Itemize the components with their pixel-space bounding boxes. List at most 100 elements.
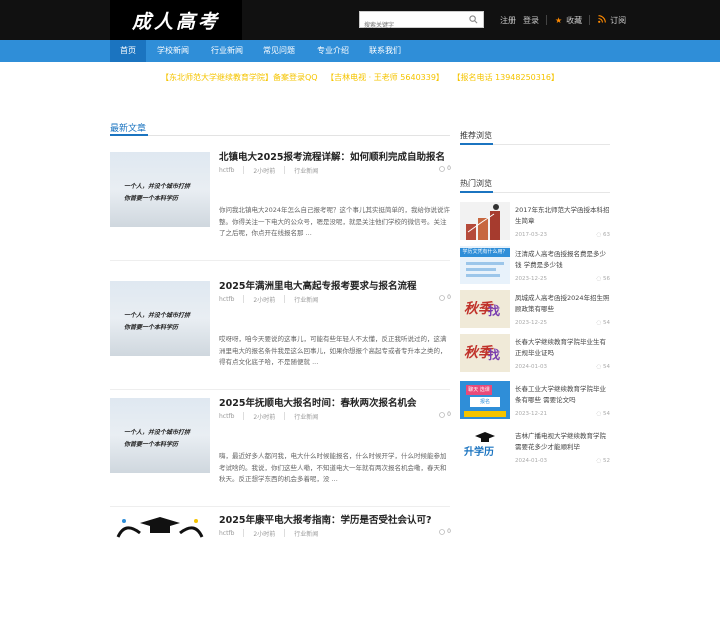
recommend-accent xyxy=(460,143,493,145)
hot-item[interactable]: 秋季 找 凤城成人高考函授2024年招生照顾政策有哪些 2023-12-25 ◌… xyxy=(460,290,610,330)
hot-item-image[interactable]: 升学历 xyxy=(460,428,510,466)
article-thumbnail[interactable]: 一个人，并没个城市打拼 你首要一个本科学历 xyxy=(110,152,210,227)
article-divider xyxy=(110,260,450,261)
article-category[interactable]: 行业新闻 xyxy=(294,529,318,538)
article-excerpt: 哎呀呀，咱今天要说的这事儿，可能有些年轻人不太懂，反正我听说过的，这满洲里电大的… xyxy=(219,335,447,366)
article-time: 2小时前 xyxy=(253,413,276,421)
hot-item-views: ◌ 54 xyxy=(596,364,610,370)
search-icon[interactable] xyxy=(469,15,478,24)
hot-item[interactable]: 聊天 选课 报名 长春工业大学继续教育学院毕业条有哪些 需要论文吗 2023-1… xyxy=(460,381,610,421)
login-link[interactable]: 登录 xyxy=(523,15,539,26)
hot-item-title[interactable]: 长春工业大学继续教育学院毕业条有哪些 需要论文吗 xyxy=(515,384,610,405)
nav-contact[interactable]: 联系我们 xyxy=(363,40,407,62)
thumb-line-2: 你首要一个本科学历 xyxy=(124,195,179,202)
thumb-line-1: 一个人，并没个城市打拼 xyxy=(124,429,191,436)
divider xyxy=(284,529,286,537)
hot-item-date: 2023-12-25 xyxy=(515,276,547,282)
hot-item-views-count: 54 xyxy=(603,411,610,417)
subscribe-link[interactable]: 订阅 xyxy=(610,15,626,26)
article-title[interactable]: 2025年康平电大报考指南：学历是否受社会认可? xyxy=(219,512,451,526)
article-thumbnail[interactable]: 一个人，并没个城市打拼 你首要一个本科学历 xyxy=(110,281,210,356)
hot-item-image[interactable]: 聊天 选课 报名 xyxy=(460,381,510,419)
divider xyxy=(284,166,286,174)
thumb-line-1: 一个人，并没个城市打拼 xyxy=(124,183,191,190)
article-item[interactable]: 2025年康平电大报考指南：学历是否受社会认可? hctfb 2小时前 行业新闻… xyxy=(110,512,451,630)
article-item[interactable]: 一个人，并没个城市打拼 你首要一个本科学历 北镇电大2025报考流程详解：如何顺… xyxy=(110,149,451,267)
notice-teacher[interactable]: 【吉林电视 · 王老师 5640339】 xyxy=(326,73,444,82)
article-thumbnail[interactable] xyxy=(110,515,210,590)
hot-item[interactable]: 2017年东北师范大学函授本科招生简章 2017-03-23 ◌ 63 xyxy=(460,202,610,242)
logo-text: 成人高考 xyxy=(131,10,220,33)
hot-item-image[interactable]: 学历文凭有什么用？ xyxy=(460,246,510,284)
article-excerpt: 你问我北镇电大2024年怎么自己报考呢？这个事儿其实挺简单的，我给你说说许整。你… xyxy=(219,206,451,237)
nav-industry-news[interactable]: 行业新闻 xyxy=(205,40,249,62)
article-meta: hctfb 2小时前 行业新闻 0 xyxy=(219,165,451,175)
nav-home[interactable]: 首页 xyxy=(110,40,146,62)
hot-item-chip: 聊天 选课 xyxy=(466,385,492,395)
hot-item-date: 2017-03-23 xyxy=(515,232,547,238)
comment-icon xyxy=(439,528,446,535)
article-item[interactable]: 一个人，并没个城市打拼 你首要一个本科学历 2025年抚顺电大报名时间：春秋两次… xyxy=(110,395,451,513)
thumb-line-2: 你首要一个本科学历 xyxy=(124,324,179,331)
comment-number: 0 xyxy=(447,294,451,301)
hot-item-title[interactable]: 凤城成人高考函授2024年招生照顾政策有哪些 xyxy=(515,293,610,314)
article-author[interactable]: hctfb xyxy=(219,167,234,174)
article-category[interactable]: 行业新闻 xyxy=(294,166,318,175)
hot-item-views-count: 54 xyxy=(603,364,610,370)
site-logo[interactable]: 成人高考 xyxy=(110,0,242,40)
comment-count[interactable]: 0 xyxy=(439,165,451,172)
register-link[interactable]: 注册 xyxy=(500,15,516,26)
article-title[interactable]: 北镇电大2025报考流程详解：如何顺利完成自助报名 xyxy=(219,149,451,163)
article-category[interactable]: 行业新闻 xyxy=(294,412,318,421)
article-item[interactable]: 一个人，并没个城市打拼 你首要一个本科学历 2025年满洲里电大高起专报考要求与… xyxy=(110,278,451,396)
hot-item-date: 2023-12-21 xyxy=(515,411,547,417)
hot-item-views-count: 52 xyxy=(603,458,610,464)
divider xyxy=(243,529,245,537)
article-author[interactable]: hctfb xyxy=(219,296,234,303)
hot-item-title[interactable]: 汪清成人高考函授报名费是多少钱 学费是多少钱 xyxy=(515,249,610,270)
hot-item-views: ◌ 52 xyxy=(596,458,610,464)
hot-item-views: ◌ 54 xyxy=(596,320,610,326)
hot-item-image[interactable] xyxy=(460,202,510,240)
search-input[interactable] xyxy=(360,18,460,33)
article-category[interactable]: 行业新闻 xyxy=(294,295,318,304)
hot-item-title[interactable]: 长春大学继续教育学院毕业生有正规毕业证吗 xyxy=(515,337,610,358)
hot-item-views-count: 54 xyxy=(603,320,610,326)
hot-item-title[interactable]: 吉林广播电视大学继续教育学院需要花多少才能顺利毕 xyxy=(515,431,610,452)
search-box[interactable] xyxy=(359,11,484,33)
hot-item-title[interactable]: 2017年东北师范大学函授本科招生简章 xyxy=(515,205,610,226)
hot-item[interactable]: 学历文凭有什么用？ 汪清成人高考函授报名费是多少钱 学费是多少钱 2023-12… xyxy=(460,246,610,286)
comment-count[interactable]: 0 xyxy=(439,528,451,535)
hot-item-image[interactable]: 秋季 找 xyxy=(460,334,510,372)
nav-majors[interactable]: 专业介绍 xyxy=(311,40,355,62)
divider xyxy=(284,412,286,420)
nav-faq[interactable]: 常见问题 xyxy=(257,40,301,62)
divider xyxy=(243,295,245,303)
article-divider xyxy=(110,389,450,390)
comment-count[interactable]: 0 xyxy=(439,294,451,301)
hot-item-date: 2023-12-25 xyxy=(515,320,547,326)
article-title[interactable]: 2025年满洲里电大高起专报考要求与报名流程 xyxy=(219,278,451,292)
comment-number: 0 xyxy=(447,411,451,418)
notice-qq[interactable]: 【东北师范大学继续教育学院】备案登录QQ xyxy=(161,73,318,82)
comment-count[interactable]: 0 xyxy=(439,411,451,418)
article-excerpt: 嗨，最近好多人都问我，电大什么时候能报名，什么时候开学，什么时候能参加考试啥的。… xyxy=(219,452,447,483)
notice-bar: 【东北师范大学继续教育学院】备案登录QQ 【吉林电视 · 王老师 5640339… xyxy=(0,72,720,83)
comment-number: 0 xyxy=(447,528,451,535)
article-author[interactable]: hctfb xyxy=(219,413,234,420)
article-author[interactable]: hctfb xyxy=(219,530,234,537)
hot-item-pic-text: 升学历 xyxy=(464,447,494,458)
article-time: 2小时前 xyxy=(253,167,276,175)
rss-icon xyxy=(598,15,607,25)
thumbnail-text: 一个人，并没个城市打拼 你首要一个本科学历 xyxy=(124,427,200,453)
hot-item[interactable]: 升学历 吉林广播电视大学继续教育学院需要花多少才能顺利毕 2024-01-03 … xyxy=(460,428,610,468)
recommend-title: 推荐浏览 xyxy=(460,131,492,140)
notice-phone[interactable]: 【报名电话 13948250316】 xyxy=(452,73,559,82)
hot-item-image[interactable]: 秋季 找 xyxy=(460,290,510,328)
article-thumbnail[interactable]: 一个人，并没个城市打拼 你首要一个本科学历 xyxy=(110,398,210,473)
article-title[interactable]: 2025年抚顺电大报名时间：春秋两次报名机会 xyxy=(219,395,451,409)
hot-item[interactable]: 秋季 找 长春大学继续教育学院毕业生有正规毕业证吗 2024-01-03 ◌ 5… xyxy=(460,334,610,374)
favorite-link[interactable]: 收藏 xyxy=(566,15,582,26)
article-time: 2小时前 xyxy=(253,296,276,304)
nav-school-news[interactable]: 学校新闻 xyxy=(151,40,195,62)
